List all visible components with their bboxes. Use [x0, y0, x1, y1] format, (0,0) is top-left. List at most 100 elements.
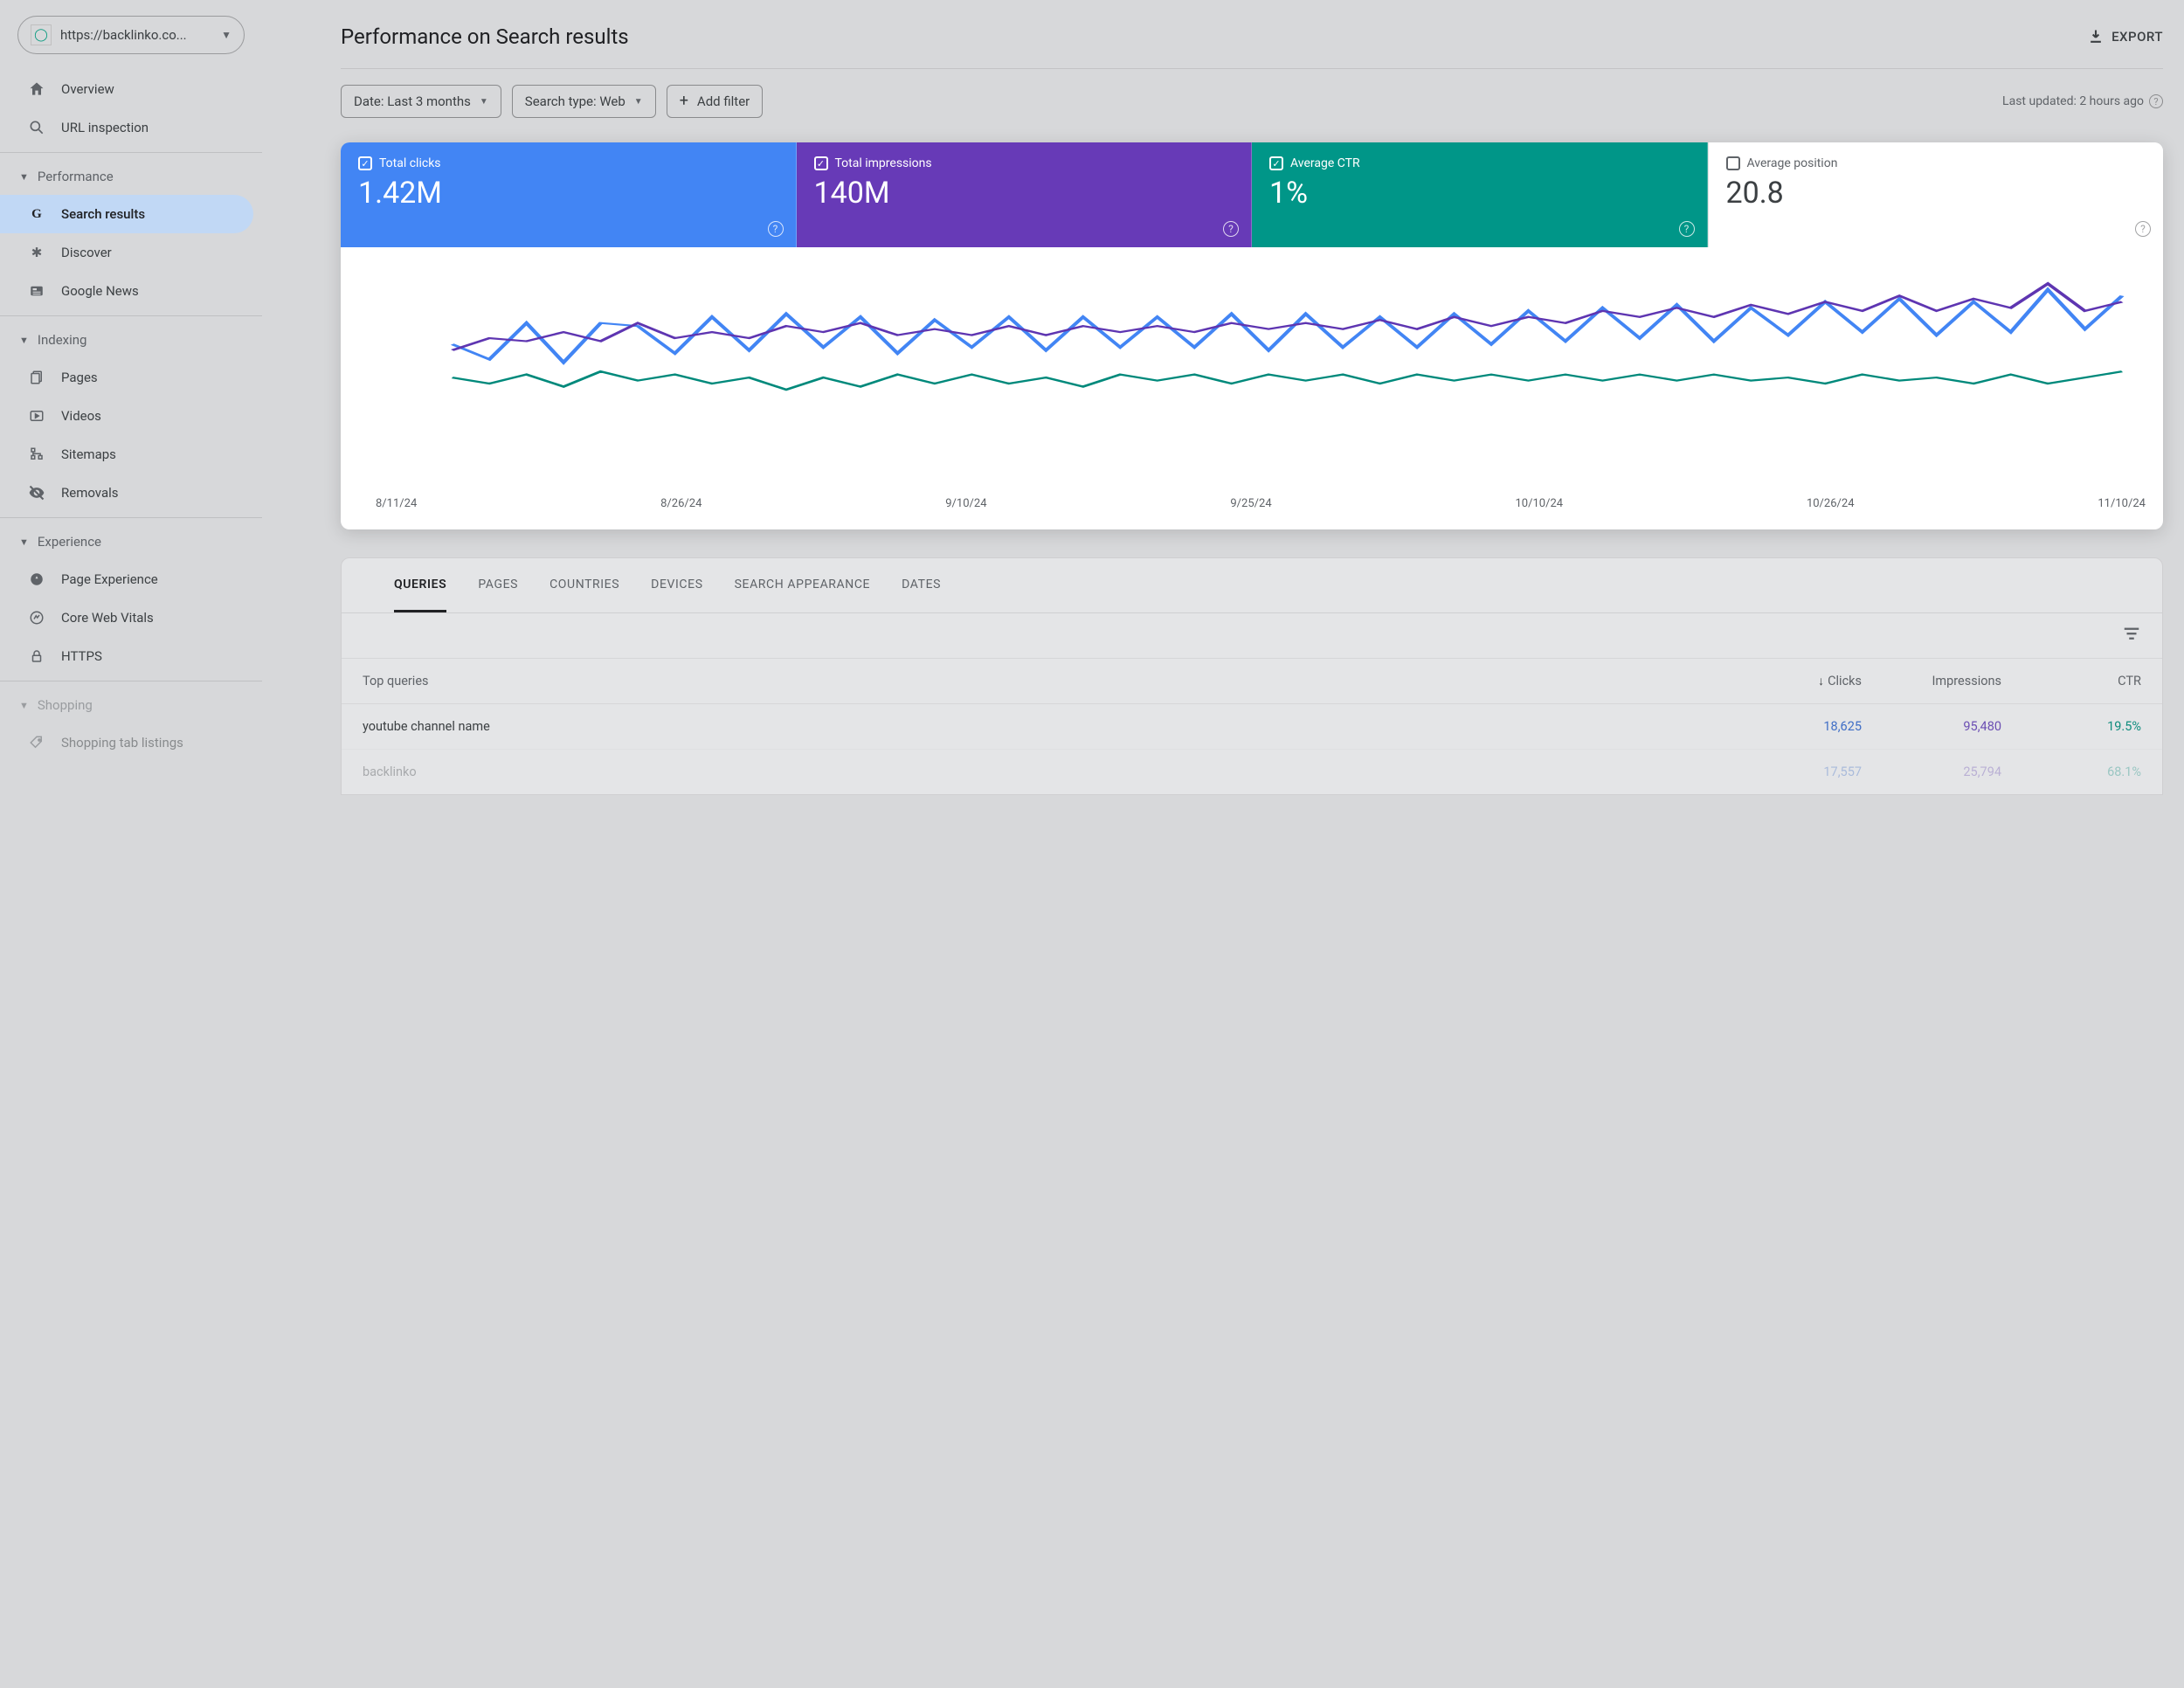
- property-url: https://backlinko.co...: [60, 27, 212, 43]
- property-selector[interactable]: ◯ https://backlinko.co... ▼: [17, 16, 245, 54]
- sidebar-item-removals[interactable]: Removals: [0, 474, 262, 512]
- sidebar-item-label: Sitemaps: [61, 446, 116, 462]
- cell-ctr: 19.5%: [2001, 719, 2141, 734]
- checkbox-icon: [1269, 156, 1283, 170]
- tab-pages[interactable]: PAGES: [478, 558, 518, 612]
- cell-clicks: 17,557: [1722, 764, 1862, 779]
- export-label: EXPORT: [2111, 29, 2163, 45]
- sidebar-section-indexing[interactable]: ▼ Indexing: [0, 322, 262, 358]
- plus-icon: +: [680, 93, 688, 109]
- performance-chart: [341, 247, 2163, 481]
- pages-icon: [28, 369, 45, 386]
- sidebar-item-discover[interactable]: ✱ Discover: [0, 233, 262, 272]
- sidebar-item-label: Overview: [61, 81, 114, 97]
- sidebar-item-pages[interactable]: Pages: [0, 358, 262, 397]
- help-icon[interactable]: ?: [768, 221, 784, 237]
- sidebar-item-sitemaps[interactable]: Sitemaps: [0, 435, 262, 474]
- table-toolbar: [342, 613, 2162, 658]
- metric-tile-clicks[interactable]: Total clicks 1.42M ?: [341, 142, 797, 247]
- sidebar-item-google-news[interactable]: Google News: [0, 272, 262, 310]
- sidebar-item-label: HTTPS: [61, 648, 102, 664]
- column-header-impressions[interactable]: Impressions: [1862, 674, 2001, 688]
- tab-search-appearance[interactable]: SEARCH APPEARANCE: [735, 558, 871, 612]
- cell-ctr: 68.1%: [2001, 764, 2141, 779]
- metric-label: Average CTR: [1290, 156, 1360, 170]
- lock-icon: [28, 647, 45, 665]
- sidebar-item-videos[interactable]: Videos: [0, 397, 262, 435]
- column-header-query[interactable]: Top queries: [363, 674, 1722, 688]
- sidebar-item-overview[interactable]: Overview: [0, 70, 262, 108]
- table-row[interactable]: backlinko17,55725,79468.1%: [342, 749, 2162, 794]
- search-type-chip[interactable]: Search type: Web ▼: [512, 85, 656, 118]
- metric-value: 1.42M: [358, 176, 778, 211]
- chevron-down-icon: ▼: [221, 29, 232, 41]
- metric-tiles: Total clicks 1.42M ? Total impressions 1…: [341, 142, 2163, 247]
- help-icon[interactable]: ?: [1223, 221, 1239, 237]
- chevron-down-icon: ▼: [19, 536, 29, 548]
- divider: [0, 315, 262, 316]
- section-label: Experience: [38, 534, 101, 550]
- help-icon[interactable]: ?: [2135, 221, 2151, 237]
- sidebar-item-url-inspection[interactable]: URL inspection: [0, 108, 262, 147]
- chevron-down-icon: ▼: [19, 335, 29, 346]
- tab-devices[interactable]: DEVICES: [651, 558, 702, 612]
- download-icon: [2087, 28, 2105, 45]
- divider: [0, 517, 262, 518]
- column-header-clicks[interactable]: ↓ Clicks: [1722, 674, 1862, 688]
- x-tick-label: 10/10/24: [1516, 497, 1564, 510]
- sidebar-item-label: Search results: [61, 206, 145, 222]
- page-title: Performance on Search results: [341, 24, 629, 49]
- metric-tile-position[interactable]: Average position 20.8 ?: [1708, 142, 2164, 247]
- filter-icon[interactable]: [2122, 624, 2141, 647]
- queries-table-card: QUERIES PAGES COUNTRIES DEVICES SEARCH APPEA…: [341, 557, 2163, 795]
- sort-arrow-icon: ↓: [1818, 675, 1824, 688]
- sidebar: ◯ https://backlinko.co... ▼ Overview URL…: [0, 0, 262, 1688]
- chip-label: Add filter: [697, 93, 750, 109]
- sidebar-item-shopping-tab[interactable]: Shopping tab listings: [0, 723, 262, 762]
- chevron-down-icon: ▼: [634, 97, 643, 107]
- line-chart-svg: [358, 256, 2146, 426]
- sidebar-item-label: URL inspection: [61, 120, 149, 135]
- chip-label: Date: Last 3 months: [354, 93, 471, 109]
- main-content: Performance on Search results EXPORT Dat…: [262, 0, 2184, 1688]
- last-updated-text: Last updated: 2 hours ago: [2002, 94, 2144, 108]
- help-icon[interactable]: ?: [2149, 94, 2163, 108]
- chevron-down-icon: ▼: [19, 700, 29, 711]
- column-label: Clicks: [1828, 674, 1862, 688]
- x-tick-label: 10/26/24: [1807, 497, 1855, 510]
- checkbox-icon: [814, 156, 828, 170]
- help-icon[interactable]: ?: [1679, 221, 1695, 237]
- cell-query: youtube channel name: [363, 719, 1722, 734]
- export-button[interactable]: EXPORT: [2087, 28, 2163, 45]
- metric-label: Average position: [1747, 156, 1838, 170]
- sidebar-section-shopping[interactable]: ▼ Shopping: [0, 687, 262, 723]
- sidebar-item-page-experience[interactable]: Page Experience: [0, 560, 262, 598]
- cell-impressions: 25,794: [1862, 764, 2001, 779]
- sidebar-item-search-results[interactable]: G Search results: [0, 195, 253, 233]
- x-tick-label: 9/25/24: [1230, 497, 1271, 510]
- tab-countries[interactable]: COUNTRIES: [549, 558, 619, 612]
- metric-tile-impressions[interactable]: Total impressions 140M ?: [797, 142, 1253, 247]
- sidebar-item-label: Google News: [61, 283, 139, 299]
- metric-tile-ctr[interactable]: Average CTR 1% ?: [1252, 142, 1708, 247]
- filter-row: Date: Last 3 months ▼ Search type: Web ▼…: [341, 69, 2163, 134]
- x-tick-label: 11/10/24: [2098, 497, 2146, 510]
- checkbox-icon: [1726, 156, 1740, 170]
- sidebar-item-label: Removals: [61, 485, 119, 501]
- sidebar-section-performance[interactable]: ▼ Performance: [0, 158, 262, 195]
- tab-dates[interactable]: DATES: [902, 558, 941, 612]
- page-header: Performance on Search results EXPORT: [341, 24, 2163, 69]
- metric-label: Total clicks: [379, 156, 441, 170]
- sidebar-item-https[interactable]: HTTPS: [0, 637, 262, 675]
- table-row[interactable]: youtube channel name18,62595,48019.5%: [342, 703, 2162, 749]
- sidebar-item-core-web-vitals[interactable]: Core Web Vitals: [0, 598, 262, 637]
- tab-queries[interactable]: QUERIES: [394, 558, 446, 612]
- metric-value: 140M: [814, 176, 1234, 211]
- column-header-ctr[interactable]: CTR: [2001, 674, 2141, 688]
- metric-value: 1%: [1269, 176, 1690, 211]
- x-tick-label: 9/10/24: [945, 497, 986, 510]
- chip-label: Search type: Web: [525, 93, 625, 109]
- date-filter-chip[interactable]: Date: Last 3 months ▼: [341, 85, 501, 118]
- add-filter-chip[interactable]: + Add filter: [667, 85, 764, 118]
- sidebar-section-experience[interactable]: ▼ Experience: [0, 523, 262, 560]
